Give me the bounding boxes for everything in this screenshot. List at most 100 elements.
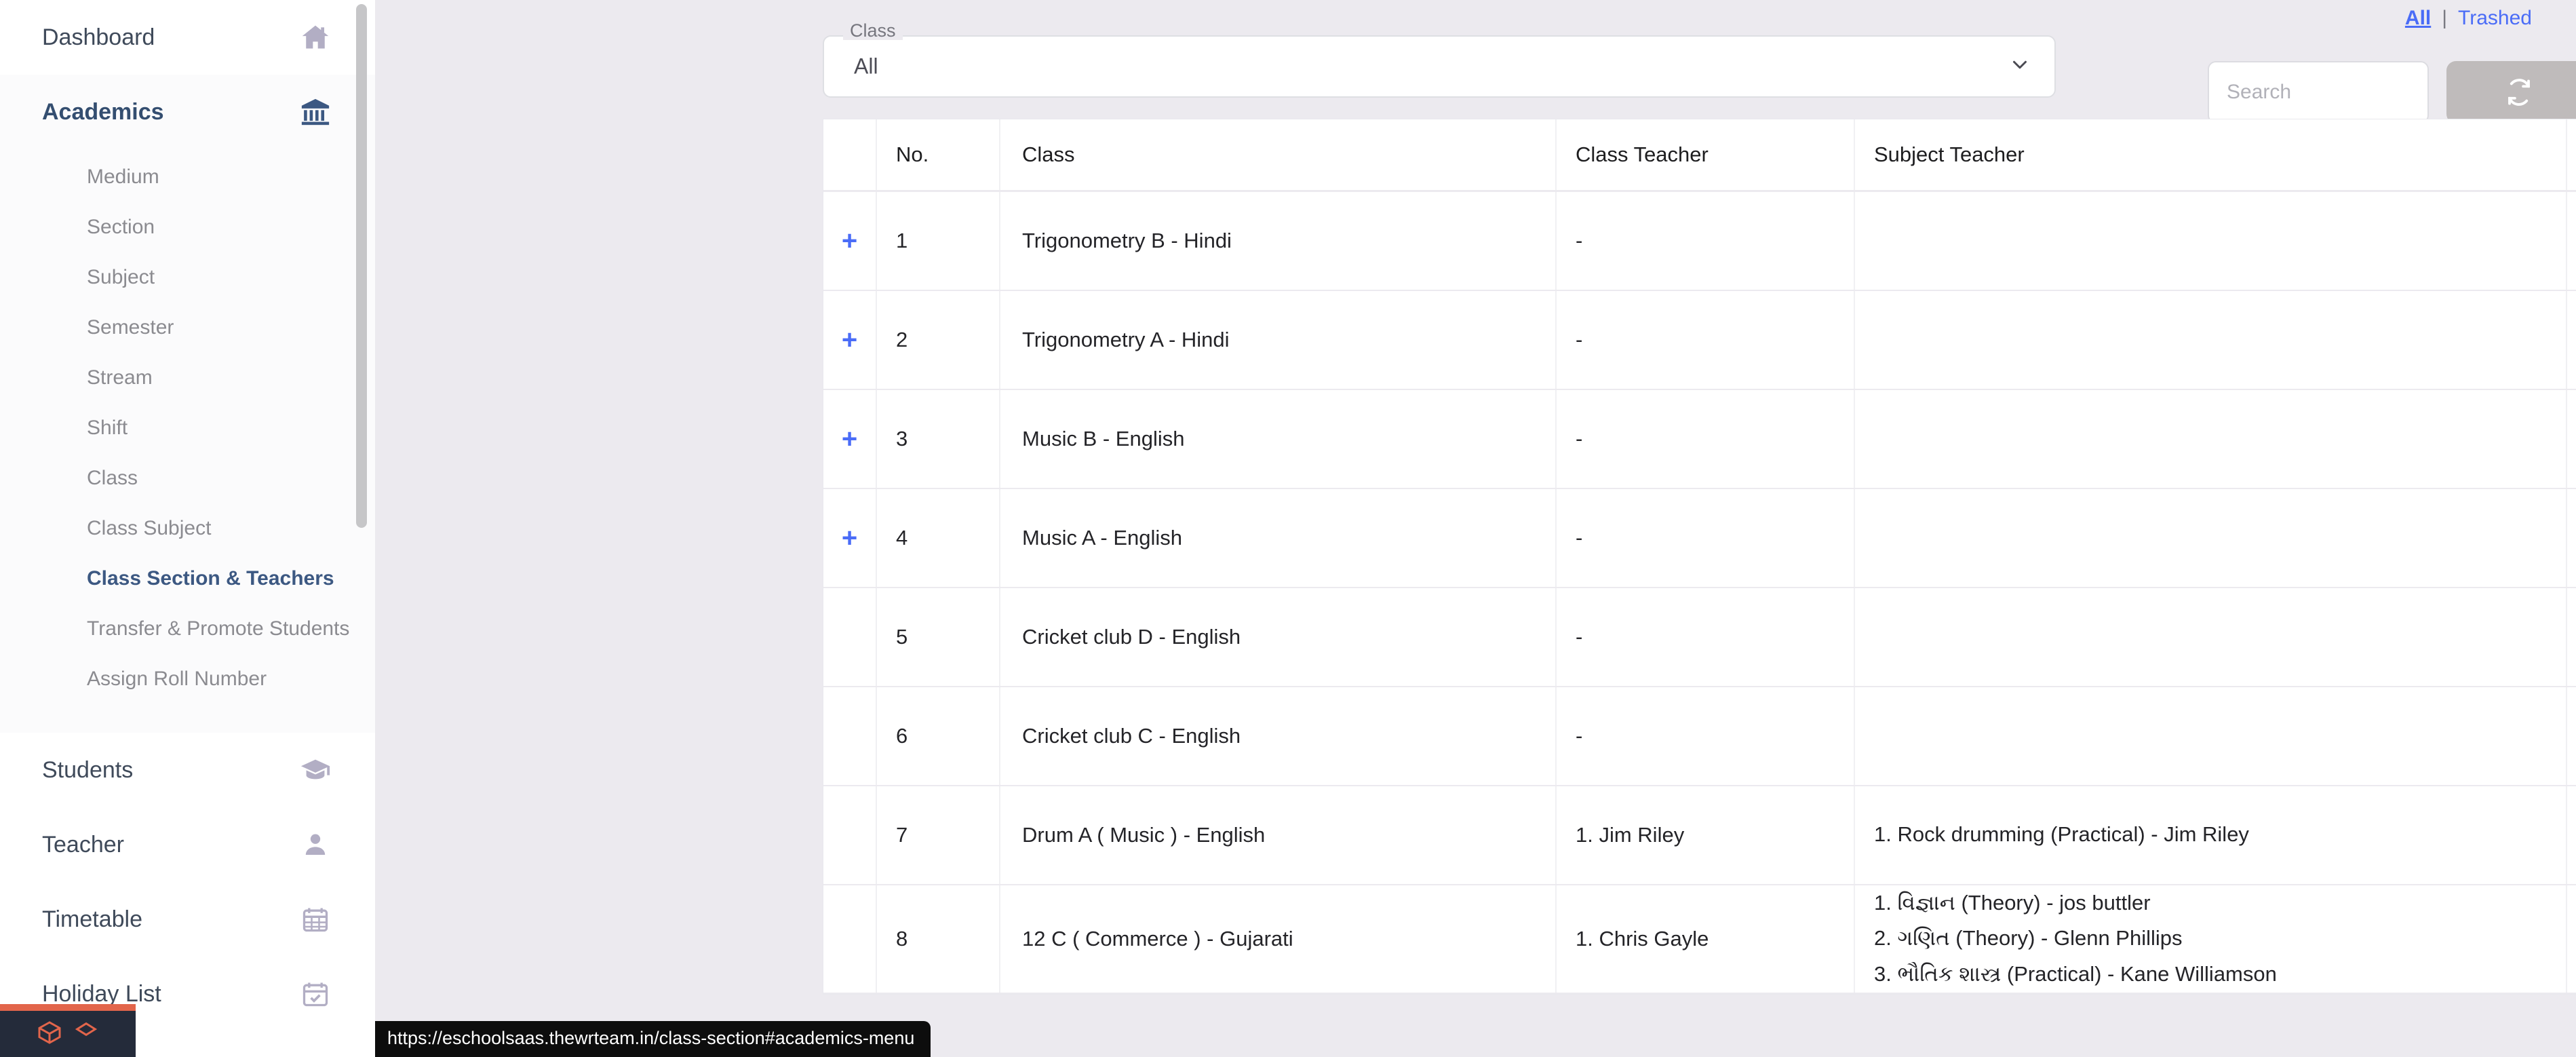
cell-no: 2 — [876, 290, 1000, 390]
table-row: 5 Cricket club D - English - — [823, 587, 2576, 687]
sidebar-item-label: Teacher — [42, 831, 124, 858]
cell-subject-teacher — [1854, 191, 2567, 291]
sidebar-item-label: Students — [42, 756, 134, 783]
table-header: No. Class Class Teacher Subject Teacher … — [823, 119, 2576, 192]
sidebar-top-section: Dashboard — [0, 0, 375, 75]
sidebar-item-medium[interactable]: Medium — [0, 152, 375, 202]
sidebar-item-label: Dashboard — [42, 24, 155, 50]
chevron-down-icon — [2008, 54, 2031, 80]
sidebar-item-semester[interactable]: Semester — [0, 303, 375, 353]
sidebar-item-label: Semester — [87, 316, 174, 339]
cell-no: 1 — [876, 191, 1000, 291]
sidebar-item-transfer-promote-students[interactable]: Transfer & Promote Students — [0, 604, 375, 654]
subject-teacher-item: 3. ભૌતિક શાસ્ત્ર (Practical) - Kane Will… — [1874, 962, 2277, 986]
search-input[interactable] — [2209, 62, 2427, 122]
column-header-subject-teacher: Subject Teacher — [1854, 119, 2567, 192]
sidebar-item-label: Class — [87, 467, 138, 489]
academics-submenu: Medium Section Subject Semester Stream S… — [0, 149, 375, 733]
table-row: +2 Trigonometry A - Hindi - — [823, 290, 2576, 390]
row-expand-cell — [823, 884, 877, 995]
cell-subject-teacher — [1854, 587, 2567, 687]
sidebar-item-label: Stream — [87, 366, 153, 389]
table-row: 7 Drum A ( Music ) - English 1. Jim Riley 1… — [823, 785, 2576, 885]
cell-class: Trigonometry A - Hindi — [1000, 290, 1557, 390]
subject-teacher-item: 2. ગણિત (Theory) - Glenn Phillips — [1874, 926, 2183, 950]
cell-class-teacher: - — [1556, 191, 1855, 291]
cube-outline-icon — [73, 1019, 100, 1050]
sidebar-item-section[interactable]: Section — [0, 202, 375, 252]
class-filter-fieldset: Class All — [823, 22, 2056, 98]
cell-subject-teacher — [1854, 686, 2567, 786]
cell-action — [2567, 884, 2576, 995]
toolbar-button-group — [2446, 61, 2576, 123]
row-expand-cell — [823, 686, 877, 786]
cell-class-teacher: - — [1556, 488, 1855, 588]
table-header-row: No. Class Class Teacher Subject Teacher … — [823, 119, 2576, 192]
sidebar-item-assign-roll-number[interactable]: Assign Roll Number — [0, 654, 375, 704]
table-row: +1 Trigonometry B - Hindi - — [823, 191, 2576, 291]
cell-action — [2567, 290, 2576, 390]
home-icon — [298, 20, 333, 55]
row-expand-cell[interactable]: + — [823, 290, 877, 390]
sidebar-item-shift[interactable]: Shift — [0, 403, 375, 453]
expand-plus-icon[interactable]: + — [823, 227, 876, 254]
subject-teacher-list: 1. Rock drumming (Practical) - Jim Riley — [1874, 817, 2566, 853]
dev-toolbar-widget[interactable] — [0, 1004, 136, 1057]
sidebar-item-label: Holiday List — [42, 980, 161, 1007]
toolbar: Class All — [375, 22, 2576, 123]
sidebar-item-label: Class Section & Teachers — [87, 567, 334, 590]
row-expand-cell[interactable]: + — [823, 191, 877, 291]
cell-class: Music A - English — [1000, 488, 1557, 588]
cell-class: Cricket club C - English — [1000, 686, 1557, 786]
expand-plus-icon[interactable]: + — [823, 425, 876, 453]
sidebar-item-students[interactable]: Students — [0, 733, 375, 807]
cell-class-teacher: - — [1556, 389, 1855, 489]
cube-icon — [36, 1019, 63, 1050]
refresh-button[interactable] — [2446, 61, 2576, 123]
sidebar-scrollbar[interactable] — [356, 4, 367, 528]
table-row: +4 Music A - English - — [823, 488, 2576, 588]
cell-action — [2567, 785, 2576, 885]
sidebar-item-subject[interactable]: Subject — [0, 252, 375, 303]
row-expand-cell[interactable]: + — [823, 389, 877, 489]
sidebar-item-academics[interactable]: Academics — [0, 75, 375, 149]
cell-subject-teacher — [1854, 488, 2567, 588]
expand-plus-icon[interactable]: + — [823, 326, 876, 353]
sidebar-item-class[interactable]: Class — [0, 453, 375, 503]
cell-subject-teacher — [1854, 290, 2567, 390]
cell-action — [2567, 389, 2576, 489]
calendar-check-icon — [298, 976, 333, 1012]
row-expand-cell — [823, 785, 877, 885]
sidebar-item-label: Subject — [87, 266, 155, 288]
expand-plus-icon[interactable]: + — [823, 524, 876, 552]
status-bar-url: https://eschoolsaas.thewrteam.in/class-s… — [375, 1021, 931, 1057]
user-icon — [298, 827, 333, 862]
table-body: +1 Trigonometry B - Hindi - +2 Trigonometry … — [823, 191, 2576, 995]
search-box[interactable] — [2208, 61, 2429, 123]
cell-subject-teacher — [1854, 389, 2567, 489]
cell-action — [2567, 191, 2576, 291]
cell-class: Cricket club D - English — [1000, 587, 1557, 687]
row-expand-cell[interactable]: + — [823, 488, 877, 588]
app-root: Dashboard Academics Medium Section Subje… — [0, 0, 2576, 1057]
calendar-grid-icon — [298, 902, 333, 937]
sidebar-item-stream[interactable]: Stream — [0, 353, 375, 403]
sidebar-item-teacher[interactable]: Teacher — [0, 807, 375, 882]
cell-no: 7 — [876, 785, 1000, 885]
sidebar-item-dashboard[interactable]: Dashboard — [0, 0, 375, 75]
refresh-icon — [2505, 78, 2533, 107]
sidebar-item-label: Shift — [87, 417, 128, 439]
cell-class: 12 C ( Commerce ) - Gujarati — [1000, 884, 1557, 995]
cell-no: 6 — [876, 686, 1000, 786]
class-section-table: No. Class Class Teacher Subject Teacher … — [823, 119, 2576, 995]
sidebar-item-timetable[interactable]: Timetable — [0, 882, 375, 957]
table-row: 6 Cricket club C - English - — [823, 686, 2576, 786]
sidebar-item-class-section-teachers[interactable]: Class Section & Teachers — [0, 554, 375, 604]
sidebar-item-class-subject[interactable]: Class Subject — [0, 503, 375, 554]
cell-class-teacher: 1. Chris Gayle — [1556, 884, 1855, 995]
cell-class: Music B - English — [1000, 389, 1557, 489]
cell-subject-teacher: 1. વિજ્ઞાન (Theory) - jos buttler 2. ગણિત… — [1854, 884, 2567, 995]
cell-subject-teacher: 1. Rock drumming (Practical) - Jim Riley — [1854, 785, 2567, 885]
class-filter[interactable]: Class All — [823, 22, 2056, 98]
sidebar-item-label: Academics — [42, 98, 164, 125]
